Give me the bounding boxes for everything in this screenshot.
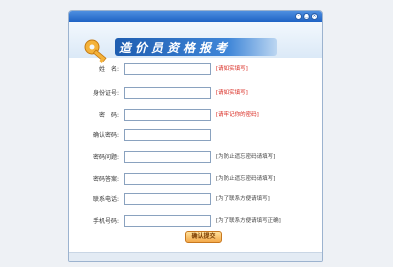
text-input[interactable] <box>124 151 211 163</box>
field-hint: [请如实填写] <box>216 66 248 72</box>
field-label: 密码问题: <box>92 154 119 161</box>
text-input[interactable] <box>124 87 211 99</box>
form-row: 身份证号: [请如实填写] <box>69 87 322 100</box>
field-hint: [为了联系方便请填写正确] <box>216 218 281 224</box>
minimize-button[interactable]: - <box>295 13 302 20</box>
text-input[interactable] <box>124 193 211 205</box>
form-row: 密码问题: [为防止遗忘密码请填写] <box>69 151 322 164</box>
form-row: 姓 名: [请如实填写] <box>69 63 322 76</box>
header-banner: 造价员资格报考 <box>69 22 322 63</box>
window-footer <box>69 252 322 261</box>
form-row: 密 码: [请牢记你的密码] <box>69 109 322 122</box>
field-label: 姓 名: <box>98 66 119 73</box>
field-hint: [为防止遗忘密码请填写] <box>216 154 276 160</box>
form-row: 确认密码: <box>69 129 322 142</box>
field-label: 密码答案: <box>92 176 119 183</box>
title-bar: - □ × <box>69 11 322 22</box>
text-input[interactable] <box>124 129 211 141</box>
text-input[interactable] <box>124 109 211 121</box>
field-hint: [为了联系方便请填写] <box>216 196 270 202</box>
form-row: 联系电话: [为了联系方便请填写] <box>69 193 322 206</box>
form-row: 手机号码: [为了联系方便请填写正确] <box>69 215 322 228</box>
registration-window: - □ × 造价员资格报考 姓 名: [请如实填写] 身份证号: [请如实填写] 密 码… <box>68 10 323 262</box>
field-label: 联系电话: <box>92 196 119 203</box>
maximize-button[interactable]: □ <box>303 13 310 20</box>
close-button[interactable]: × <box>311 13 318 20</box>
form-row: 密码答案: [为防止遗忘密码请填写] <box>69 173 322 186</box>
field-label: 身份证号: <box>92 90 119 97</box>
text-input[interactable] <box>124 63 211 75</box>
field-hint: [为防止遗忘密码请填写] <box>216 176 276 182</box>
text-input[interactable] <box>124 215 211 227</box>
field-label: 密 码: <box>98 112 119 119</box>
text-input[interactable] <box>124 173 211 185</box>
field-hint: [请如实填写] <box>216 90 248 96</box>
page-title: 造价员资格报考 <box>119 41 232 55</box>
field-hint: [请牢记你的密码] <box>216 112 259 118</box>
field-label: 手机号码: <box>92 218 119 225</box>
field-label: 确认密码: <box>92 132 119 139</box>
submit-button[interactable]: 确认提交 <box>185 231 222 243</box>
